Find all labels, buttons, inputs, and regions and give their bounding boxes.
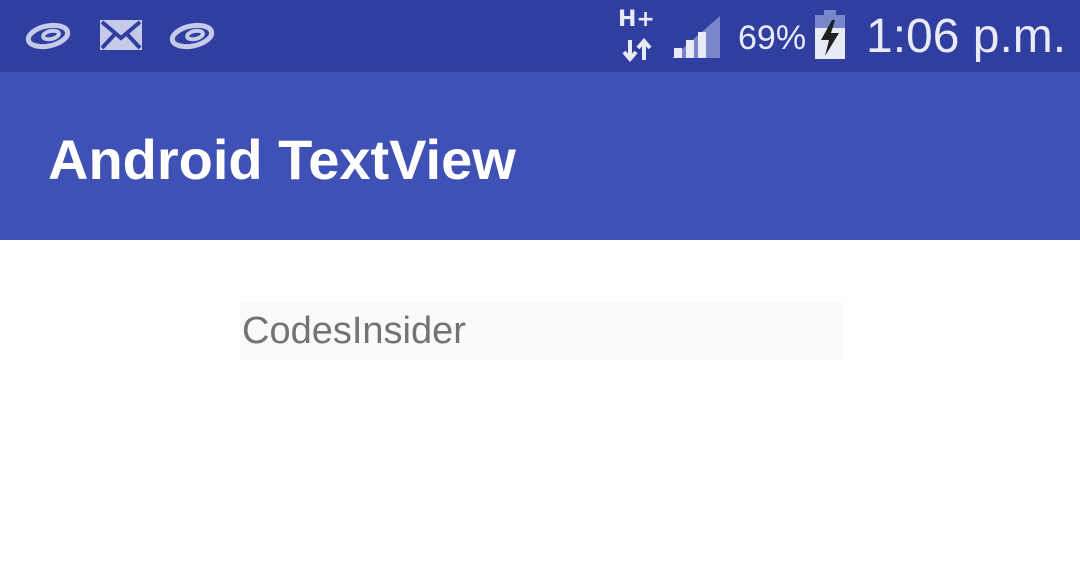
data-activity-arrows-icon	[622, 37, 652, 66]
swirl-notification-icon	[24, 14, 72, 59]
network-type-indicator: H+	[616, 8, 656, 64]
signal-strength-icon	[670, 14, 722, 65]
swirl-notification-icon	[168, 14, 216, 59]
status-clock: 1:06 p.m.	[866, 10, 1067, 63]
main-content: CodesInsider	[0, 240, 1080, 564]
network-type-label: H+	[618, 7, 655, 32]
text-view: CodesInsider	[240, 302, 844, 360]
battery-percent: 69%	[738, 19, 807, 57]
status-bar: H+ 69% 1:06 p.m.	[0, 0, 1080, 72]
toolbar-title: Android TextView	[48, 128, 516, 191]
battery-charging-icon	[812, 10, 848, 65]
mail-icon	[98, 18, 144, 57]
app-toolbar: Android TextView	[0, 72, 1080, 240]
